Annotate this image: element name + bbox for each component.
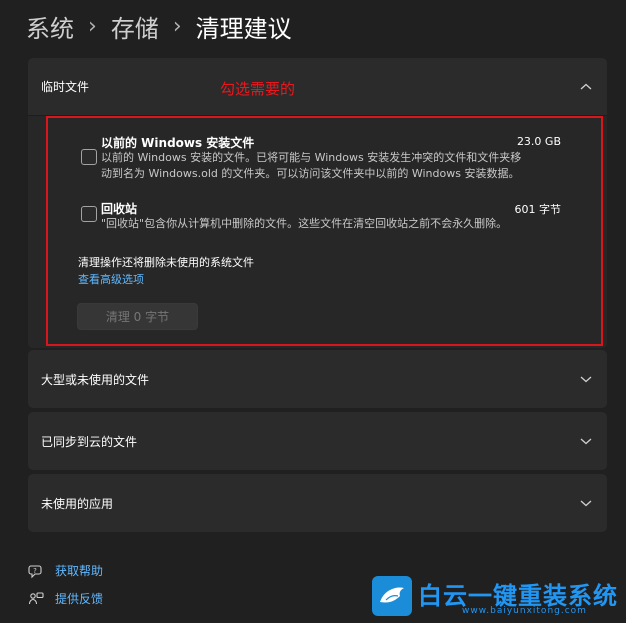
breadcrumb: 系统 › 存储 › 清理建议 — [26, 8, 292, 44]
large-unused-files-section[interactable]: 大型或未使用的文件 — [28, 350, 607, 408]
cloud-synced-files-title: 已同步到云的文件 — [41, 434, 138, 449]
unused-apps-title: 未使用的应用 — [41, 496, 114, 511]
get-help-link[interactable]: ? 获取帮助 — [28, 562, 103, 579]
breadcrumb-item-system[interactable]: 系统 — [26, 9, 74, 44]
recycle-bin-description: "回收站"包含你从计算机中删除的文件。这些文件在清空回收站之前不会永久删除。 — [101, 217, 508, 230]
get-help-label[interactable]: 获取帮助 — [55, 562, 103, 579]
recycle-bin-size: 601 字节 — [514, 203, 562, 216]
give-feedback-label[interactable]: 提供反馈 — [55, 590, 103, 607]
breadcrumb-separator: › — [88, 13, 97, 39]
unused-apps-header[interactable]: 未使用的应用 — [28, 474, 607, 532]
cleanup-note: 清理操作还将删除未使用的系统文件 — [78, 256, 254, 269]
annotation-label: 勾选需要的 — [220, 80, 296, 98]
chevron-down-icon[interactable] — [579, 374, 593, 384]
cloud-synced-files-section[interactable]: 已同步到云的文件 — [28, 412, 607, 470]
clean-button[interactable]: 清理 0 字节 — [77, 303, 198, 330]
breadcrumb-separator: › — [172, 13, 182, 39]
watermark-url: www.baiyunxitong.com — [462, 606, 587, 616]
svg-text:?: ? — [33, 567, 37, 575]
bird-logo-icon — [372, 576, 412, 616]
unused-apps-section[interactable]: 未使用的应用 — [28, 474, 607, 532]
watermark: 白云一键重装系统 www.baiyunxitong.com — [372, 574, 620, 620]
temp-files-header[interactable]: 临时文件 — [28, 58, 607, 116]
page-title: 清理建议 — [195, 14, 292, 43]
previous-windows-desc-line1: 以前的 Windows 安装的文件。已将可能与 Windows 安装发生冲突的文… — [101, 151, 522, 164]
recycle-bin-checkbox[interactable] — [81, 206, 97, 222]
help-chat-icon: ? — [28, 563, 44, 579]
chevron-down-icon[interactable] — [579, 498, 593, 508]
large-unused-files-title: 大型或未使用的文件 — [41, 372, 150, 387]
temp-files-title: 临时文件 — [41, 80, 90, 94]
give-feedback-link[interactable]: 提供反馈 — [28, 590, 103, 607]
recycle-bin-title: 回收站 — [101, 202, 138, 216]
previous-windows-title: 以前的 Windows 安装文件 — [101, 136, 255, 150]
cloud-synced-files-header[interactable]: 已同步到云的文件 — [28, 412, 607, 470]
chevron-up-icon[interactable] — [579, 82, 593, 92]
previous-windows-checkbox[interactable] — [81, 149, 97, 165]
previous-windows-desc-line2: 动到名为 Windows.old 的文件夹。可以访问该文件夹中以前的 Windo… — [101, 167, 520, 180]
previous-windows-description: 以前的 Windows 安装的文件。已将可能与 Windows 安装发生冲突的文… — [101, 150, 591, 182]
chevron-down-icon[interactable] — [579, 436, 593, 446]
breadcrumb-item-storage[interactable]: 存储 — [111, 9, 159, 44]
advanced-options-link[interactable]: 查看高级选项 — [78, 271, 144, 287]
previous-windows-size: 23.0 GB — [516, 135, 561, 148]
large-unused-files-header[interactable]: 大型或未使用的文件 — [28, 350, 607, 408]
feedback-icon — [28, 591, 44, 607]
